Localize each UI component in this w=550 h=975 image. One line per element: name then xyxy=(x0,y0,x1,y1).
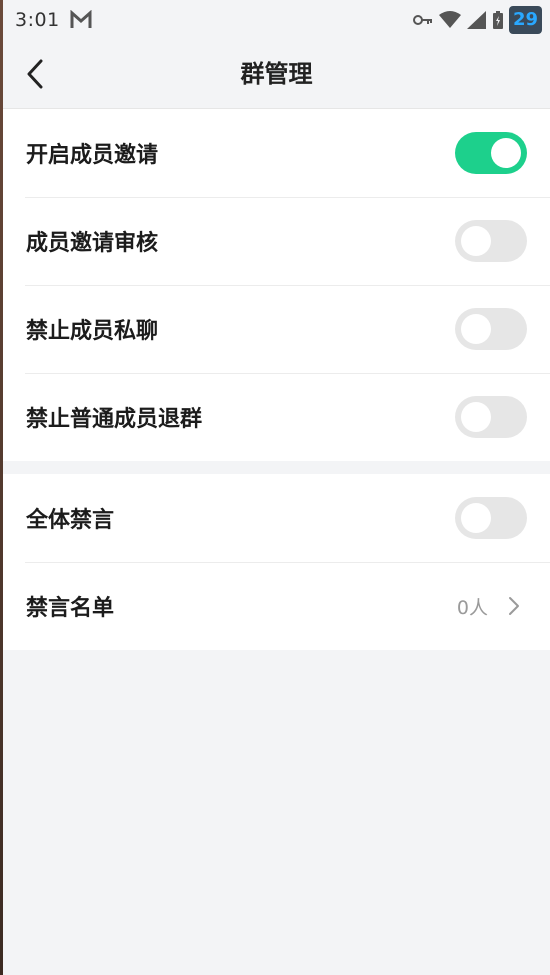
back-button[interactable] xyxy=(21,56,49,92)
setting-label: 禁止成员私聊 xyxy=(26,319,159,344)
mute-list-count: 0人 xyxy=(456,596,488,619)
setting-row-mute-list[interactable]: 禁言名单 0人 xyxy=(3,562,550,650)
gmail-icon xyxy=(70,10,92,28)
notification-badge: 29 xyxy=(508,6,542,34)
setting-row-mute-all: 全体禁言 xyxy=(3,474,550,562)
invite-review-toggle[interactable] xyxy=(455,220,527,262)
setting-label: 开启成员邀请 xyxy=(26,143,159,168)
status-icons: 29 xyxy=(412,6,542,34)
forbid-private-chat-toggle[interactable] xyxy=(455,308,527,350)
toggle-knob xyxy=(491,138,521,168)
page-title: 群管理 xyxy=(240,60,313,88)
setting-row-forbid-private-chat: 禁止成员私聊 xyxy=(3,285,550,373)
navigation-bar: 群管理 xyxy=(3,40,550,109)
setting-row-invite-review: 成员邀请审核 xyxy=(3,197,550,285)
wifi-icon xyxy=(438,11,461,28)
toggle-knob xyxy=(461,314,491,344)
settings-group-mute: 全体禁言 禁言名单 0人 xyxy=(3,474,550,650)
status-bar: 3:01 29 xyxy=(3,0,550,40)
setting-row-forbid-leave-group: 禁止普通成员退群 xyxy=(3,373,550,461)
battery-icon xyxy=(492,11,503,29)
setting-label: 禁止普通成员退群 xyxy=(26,407,203,432)
status-time: 3:01 xyxy=(15,9,60,31)
setting-label: 成员邀请审核 xyxy=(26,231,159,256)
toggle-knob xyxy=(461,402,491,432)
setting-label: 全体禁言 xyxy=(26,508,115,533)
setting-row-enable-invite: 开启成员邀请 xyxy=(3,109,550,197)
chevron-right-icon xyxy=(509,597,519,615)
toggle-knob xyxy=(461,503,491,533)
forbid-leave-group-toggle[interactable] xyxy=(455,396,527,438)
mute-all-toggle[interactable] xyxy=(455,497,527,539)
cell-signal-icon xyxy=(466,11,486,29)
enable-invite-toggle[interactable] xyxy=(455,132,527,174)
toggle-knob xyxy=(461,226,491,256)
back-arrow-icon xyxy=(27,59,43,89)
setting-label: 禁言名单 xyxy=(26,596,115,621)
settings-group-invite: 开启成员邀请 成员邀请审核 禁止成员私聊 禁止普通成员退群 xyxy=(3,109,550,461)
key-icon xyxy=(412,15,432,25)
